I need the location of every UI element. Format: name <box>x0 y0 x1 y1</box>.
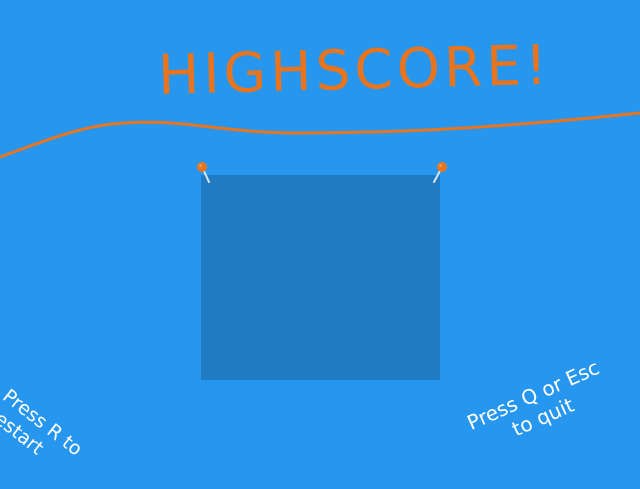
hanging-wire <box>0 111 640 159</box>
quit-hint: Press Q or Esc to quit <box>463 355 603 442</box>
highscore-screen: HIGHSCORE! Press R to restart Press Q or… <box>0 0 640 480</box>
restart-hint: Press R to restart <box>0 385 87 461</box>
highscore-title: HIGHSCORE! <box>157 32 552 107</box>
pushpin-icon <box>433 162 447 183</box>
pushpin-icon <box>197 162 210 183</box>
highscore-board <box>201 175 440 380</box>
